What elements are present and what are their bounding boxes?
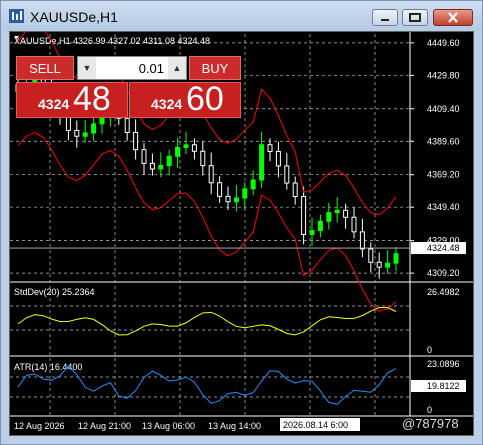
candle-body	[166, 155, 172, 167]
lot-size-field[interactable]: ▼ 0.01 ▲	[77, 56, 187, 80]
buy-price-small: 4324	[151, 96, 183, 112]
candle-body	[385, 262, 391, 268]
price-tick-label: 4349.40	[427, 202, 460, 212]
sell-button[interactable]: SELL	[16, 56, 74, 80]
minimize-icon	[381, 19, 389, 21]
candle-body	[343, 209, 349, 218]
atr-tick-label: 19.8122	[427, 381, 460, 391]
buy-price-button[interactable]: 4324 60	[129, 80, 241, 118]
candle-body	[225, 195, 231, 203]
time-tick-label: 12 Aug 21:00	[78, 421, 131, 431]
price-tick-label: 4309.20	[427, 268, 460, 278]
maximize-button[interactable]	[402, 9, 428, 26]
candle-body	[149, 162, 155, 170]
candle-body	[359, 231, 365, 250]
atr-tick-label: 23.0896	[427, 359, 460, 369]
chart-area[interactable]: 4449.60 4429.80 4409.40 4389.60 4369.20 4349.…	[9, 31, 474, 436]
close-icon	[448, 12, 458, 23]
window-title: XAUUSDe,H1	[30, 9, 118, 25]
buy-button[interactable]: BUY	[189, 56, 241, 80]
chart-header: XAUUSDe,H1 4326.99 4327.02 4311.08 4324.…	[14, 36, 210, 46]
mt4-chart-window: XAUUSDe,H1 4449.60 4429.80 4409.40 4389.60 4…	[0, 0, 483, 445]
candle-body	[292, 182, 298, 197]
time-tick-label: 12 Aug 2026	[14, 421, 65, 431]
candle-body	[141, 149, 147, 164]
candle-body	[334, 209, 340, 214]
maximize-icon	[409, 13, 421, 22]
candle-body	[284, 165, 290, 184]
candle-body	[326, 212, 332, 222]
candle-body	[301, 195, 307, 235]
candle-body	[158, 165, 164, 170]
candle-body	[259, 144, 265, 181]
price-tick-label: 4389.60	[427, 136, 460, 146]
time-tick-label: 13 Aug 06:00	[142, 421, 195, 431]
chart-app-icon	[9, 9, 24, 23]
sell-price-button[interactable]: 4324 48	[16, 80, 128, 118]
one-click-trading-panel: SELL ▼ 0.01 ▲ BUY 4324 48 4324 60	[16, 56, 241, 144]
time-tick-label: 13 Aug 14:00	[208, 421, 261, 431]
lot-size-value: 0.01	[138, 61, 164, 76]
candle-body	[275, 150, 281, 167]
stddev-label: StdDev(20) 25.2364	[14, 287, 95, 297]
watermark-text: @787978	[402, 416, 459, 431]
candle-body	[250, 179, 256, 190]
candle-body	[200, 150, 206, 167]
sell-price-big: 48	[73, 80, 111, 118]
price-tick-label: 4369.20	[427, 170, 460, 180]
lot-decrease-icon[interactable]: ▼	[78, 57, 96, 79]
price-tick-label: 4409.40	[427, 104, 460, 114]
candle-body	[309, 230, 315, 235]
candle-body	[393, 253, 399, 264]
price-tick-label: 4429.80	[427, 70, 460, 80]
sell-price-small: 4324	[38, 96, 70, 112]
minimize-button[interactable]	[372, 9, 398, 26]
candle-body	[175, 146, 181, 157]
stddev-tick-label: 0	[427, 345, 432, 355]
candle-body	[191, 144, 197, 152]
candle-body	[317, 220, 323, 232]
candle-body	[267, 144, 273, 152]
current-price-label: 4324.48	[427, 243, 460, 253]
buy-price-big: 60	[186, 80, 224, 118]
crosshair-time-label: 2026.08.14 6:00	[283, 420, 348, 430]
candle-body	[376, 261, 382, 268]
candle-body	[242, 188, 248, 199]
lot-increase-icon[interactable]: ▲	[168, 57, 186, 79]
candle-body	[351, 216, 357, 233]
close-button[interactable]	[433, 9, 473, 26]
stddev-tick-label: 26.4982	[427, 287, 460, 297]
candle-body	[208, 165, 214, 184]
price-tick-label: 4449.60	[427, 38, 460, 48]
stddev-line	[17, 307, 397, 336]
candle-body	[368, 248, 374, 263]
candle-body	[217, 182, 223, 197]
lower-band-line	[17, 131, 397, 312]
title-bar[interactable]: XAUUSDe,H1	[1, 1, 482, 31]
atr-tick-label: 0	[427, 405, 432, 415]
candle-body	[233, 197, 239, 203]
candle-body	[183, 144, 189, 148]
